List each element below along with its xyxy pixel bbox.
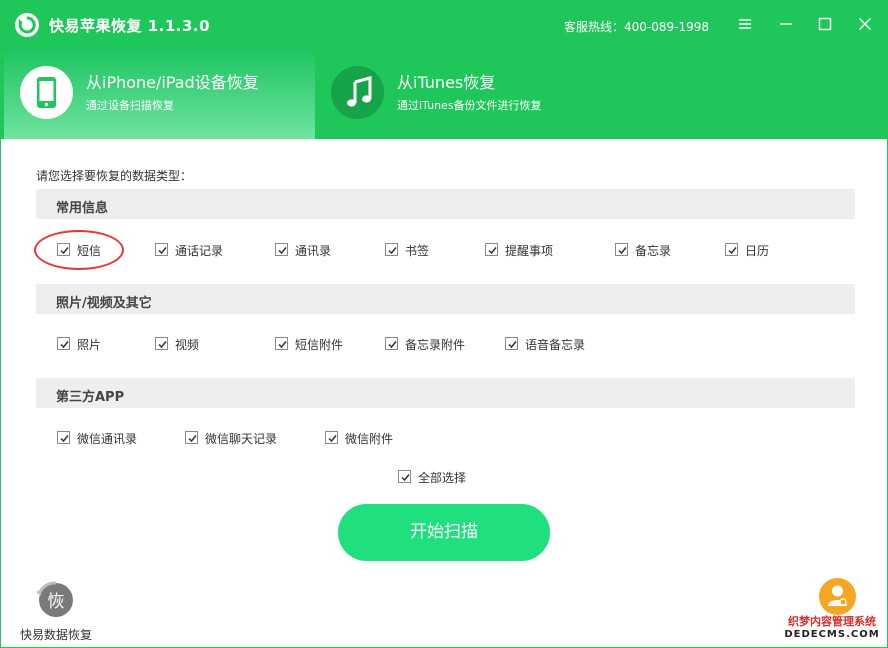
check-icon[interactable] xyxy=(57,431,70,444)
tab-itunes-subtitle: 通过iTunes备份文件进行恢复 xyxy=(397,99,542,112)
watermark-line1: 织梦内容管理系统 xyxy=(788,615,876,628)
checkbox-label: 短信附件 xyxy=(295,338,344,352)
checkbox-label: 备忘录 xyxy=(635,244,672,258)
checkbox-label: 通话记录 xyxy=(175,244,224,258)
checkbox-label: 视频 xyxy=(175,338,200,352)
data-type-prompt: 请您选择要恢复的数据类型： xyxy=(36,169,193,183)
check-icon[interactable] xyxy=(155,337,168,350)
check-icon[interactable] xyxy=(185,431,198,444)
app-logo-icon xyxy=(15,13,39,37)
check-icon[interactable] xyxy=(325,431,338,444)
check-icon[interactable] xyxy=(385,243,398,256)
check-icon[interactable] xyxy=(385,337,398,350)
watermark-line2: DEDECMS.COM xyxy=(784,629,880,640)
brand-name: 快易数据恢复 xyxy=(20,628,93,642)
maximize-icon[interactable] xyxy=(814,13,836,35)
check-icon[interactable] xyxy=(505,337,518,350)
music-note-icon xyxy=(331,66,384,119)
section-header-common: 常用信息 xyxy=(36,189,855,219)
tab-device-subtitle: 通过设备扫描恢复 xyxy=(86,99,174,112)
start-scan-button[interactable]: 开始扫描 xyxy=(338,504,550,561)
app-window: 快易苹果恢复 1.1.3.0 客服热线：400-089-1998 从iPhone… xyxy=(0,0,888,648)
checkbox-label: 书签 xyxy=(405,244,430,258)
minimize-icon[interactable] xyxy=(775,13,797,35)
checkbox-label: 照片 xyxy=(77,338,102,352)
customer-support-icon[interactable] xyxy=(819,578,856,615)
checkbox-label: 微信通讯录 xyxy=(77,432,138,446)
checkbox-label: 微信附件 xyxy=(345,432,394,446)
section-title: 常用信息 xyxy=(56,201,109,216)
watermark: 织梦内容管理系统 DEDECMS.COM xyxy=(778,615,886,641)
checkbox-label: 备忘录附件 xyxy=(405,338,466,352)
phone-icon xyxy=(20,66,73,119)
brand-logo-char: 恢 xyxy=(48,592,65,612)
hotline-text: 客服热线：400-089-1998 xyxy=(564,20,710,34)
check-icon[interactable] xyxy=(485,243,498,256)
tab-itunes-title: 从iTunes恢复 xyxy=(397,73,496,92)
highlight-circle xyxy=(34,230,124,270)
check-icon[interactable] xyxy=(155,243,168,256)
checkbox-label: 提醒事项 xyxy=(505,244,554,258)
menu-icon[interactable] xyxy=(734,13,756,35)
brand-logo: 恢 xyxy=(34,580,78,620)
title-bar[interactable]: 快易苹果恢复 1.1.3.0 客服热线：400-089-1998 xyxy=(1,1,887,47)
checkbox-label: 日历 xyxy=(745,244,770,258)
close-icon[interactable] xyxy=(854,13,876,35)
check-icon[interactable] xyxy=(615,243,628,256)
checkbox-label: 全部选择 xyxy=(418,471,467,485)
checkbox-label: 通讯录 xyxy=(295,244,332,258)
app-title: 快易苹果恢复 1.1.3.0 xyxy=(49,17,211,35)
check-icon[interactable] xyxy=(725,243,738,256)
tab-device-title: 从iPhone/iPad设备恢复 xyxy=(86,73,259,92)
tab-itunes-recovery[interactable]: 从iTunes恢复 通过iTunes备份文件进行恢复 xyxy=(315,47,615,139)
section-title: 照片/视频及其它 xyxy=(56,296,152,311)
check-icon[interactable] xyxy=(275,243,288,256)
check-icon[interactable] xyxy=(398,470,411,483)
mode-tab-bar: 从iPhone/iPad设备恢复 通过设备扫描恢复 从iTunes恢复 通过iT… xyxy=(1,47,887,139)
checkbox-label: 微信聊天记录 xyxy=(205,432,278,446)
tab-device-recovery[interactable]: 从iPhone/iPad设备恢复 通过设备扫描恢复 xyxy=(4,47,315,139)
section-header-media: 照片/视频及其它 xyxy=(36,284,855,314)
check-icon[interactable] xyxy=(275,337,288,350)
checkbox-label: 语音备忘录 xyxy=(525,338,586,352)
check-icon[interactable] xyxy=(57,337,70,350)
section-header-third-party: 第三方APP xyxy=(36,378,855,408)
section-title: 第三方APP xyxy=(56,390,125,405)
